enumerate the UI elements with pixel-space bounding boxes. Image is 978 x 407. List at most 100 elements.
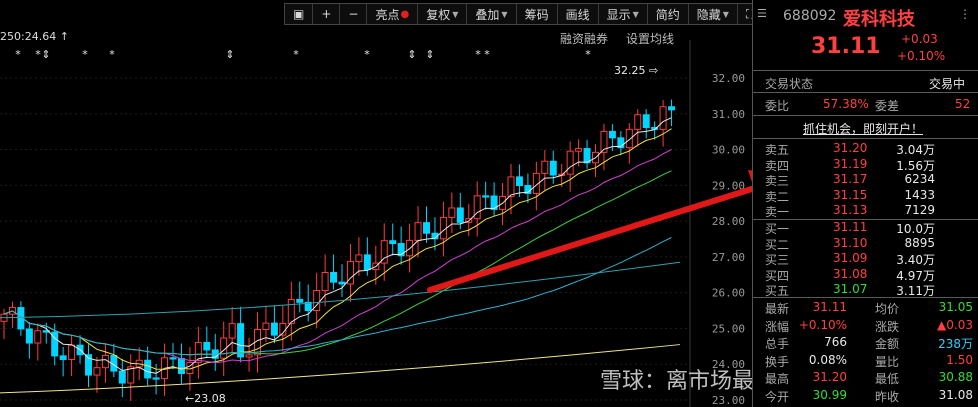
toolbar-button-label: ▣: [293, 7, 305, 21]
ask-level-label: 卖一: [765, 205, 790, 219]
candle-down: [144, 359, 152, 379]
menu-icon[interactable]: ☰: [757, 7, 767, 20]
stat-value: 238万: [938, 337, 973, 351]
ma250-line: [0, 344, 681, 394]
bid-volume: 4.97万: [896, 268, 935, 283]
bid-price: 31.07: [833, 282, 868, 296]
kline-chart-panel[interactable]: 32.00 31.00 30.00 29.00 28.00 27.00 26.00 25.00…: [0, 0, 765, 407]
divider: [753, 297, 978, 298]
stat-label: 换手: [765, 354, 790, 369]
bid-row[interactable]: 买五 31.07 3.11万: [753, 282, 978, 298]
toolbar-button-label: 亮点: [375, 7, 400, 22]
candle-down: [363, 254, 371, 271]
stats-row: 涨幅 +0.10% 涨跌 ▲0.03: [753, 317, 978, 334]
candle-up: [507, 176, 515, 197]
bid-volume: 10.0万: [896, 222, 935, 236]
stats-row: 换手 0.08% 量比 1.50: [753, 352, 978, 369]
ask-price: 31.19: [833, 156, 868, 171]
candle-up: [228, 323, 236, 339]
stat-value: +0.10%: [798, 317, 847, 332]
stat-label: 最高: [765, 372, 790, 386]
ask-row[interactable]: 卖五 31.20 3.04万: [753, 141, 978, 157]
bid-row[interactable]: 买二 31.10 8895: [753, 235, 978, 252]
bid-price: 31.10: [833, 235, 868, 250]
toolbar-button-label: 显示: [606, 7, 631, 22]
ask-volume: 3.04万: [896, 143, 935, 157]
ask-volume: 1.56万: [896, 158, 935, 173]
candle-down: [456, 207, 464, 223]
promo-row[interactable]: 抓住机会，即刻开户！: [753, 117, 978, 137]
stat-value: 31.20: [812, 370, 847, 384]
candle-up: [634, 114, 642, 130]
stat-value: 30.99: [812, 387, 847, 402]
toolbar-button-3[interactable]: 亮点 ●: [367, 4, 419, 24]
toolbar-button-label: 隐藏: [696, 7, 721, 22]
price-change-pct: +0.10%: [897, 49, 946, 63]
stat-label: 今开: [765, 389, 790, 404]
ma60-line: [3, 237, 672, 356]
y-tick-label: 25.00: [712, 322, 745, 335]
divider: [753, 70, 978, 71]
divider: [753, 92, 978, 93]
stat-value: 766: [824, 335, 847, 349]
ask-row[interactable]: 卖四 31.19 1.56万: [753, 156, 978, 173]
margin-trading-button[interactable]: 融资融券: [560, 30, 608, 47]
ask-price: 31.15: [833, 187, 868, 202]
quote-panel: ☰ 688092 爱科科技 ⋮ 31.11 +0.03 +0.10% 交易状态 …: [752, 0, 978, 407]
bid-row[interactable]: 买四 31.08 4.97万: [753, 266, 978, 283]
low-price-label: ←23.08: [185, 392, 226, 405]
toolbar-button-label: 画线: [565, 7, 590, 22]
toolbar-button-8[interactable]: 显示 ▼: [599, 4, 648, 24]
toolbar-button-4[interactable]: 复权 ▼: [418, 4, 468, 24]
watermark-text: 雪球：离市场最近的兔子: [600, 369, 752, 394]
stock-name: 爱科科技: [843, 9, 915, 30]
more-icon[interactable]: ⋮: [959, 7, 971, 21]
open-account-link[interactable]: 抓住机会，即刻开户！: [803, 120, 923, 137]
trade-status-label: 交易状态: [765, 77, 814, 91]
toolbar-button-label: 叠加: [475, 7, 500, 22]
stat-label: 涨幅: [765, 319, 790, 334]
bid-row[interactable]: 买一 31.11 10.0万: [753, 220, 978, 236]
toolbar-button-5[interactable]: 叠加 ▼: [467, 4, 517, 24]
candle-down: [338, 281, 346, 285]
weibi-row: 委比 57.38% 委差 52: [753, 94, 978, 114]
weicha-label: 委差: [875, 99, 900, 113]
ask-row[interactable]: 卖一 31.13 7129: [753, 203, 978, 219]
candle-down: [642, 114, 650, 129]
candle-down: [515, 176, 523, 187]
ma120-line: [0, 261, 681, 319]
ask-volume: 1433: [904, 187, 935, 202]
candle-down: [169, 357, 177, 360]
ask-row[interactable]: 卖三 31.17 6234: [753, 172, 978, 188]
ma-settings-button[interactable]: 设置均线: [626, 30, 674, 47]
toolbar-button-10[interactable]: 隐藏 ▼: [689, 4, 738, 24]
event-marker-icon: *: [475, 48, 481, 61]
candle-down: [668, 106, 676, 111]
ask-row[interactable]: 卖二 31.15 1433: [753, 187, 978, 204]
toolbar-button-6[interactable]: 筹码: [517, 4, 558, 24]
weibi-label: 委比: [765, 99, 790, 113]
toolbar-button-7[interactable]: 画线: [558, 4, 599, 24]
stat-value: 30.88: [938, 370, 973, 384]
toolbar-button-2[interactable]: −: [340, 4, 368, 24]
event-marker-icon: ⇕: [41, 48, 50, 61]
stat-value: 1.50: [946, 352, 973, 367]
high-price-label: 32.25 ⇨: [614, 64, 658, 77]
candle-up: [68, 344, 76, 360]
ma20-line: [3, 149, 672, 364]
toolbar-button-0[interactable]: ▣: [285, 4, 314, 24]
bid-row[interactable]: 买三 31.09 3.40万: [753, 251, 978, 267]
ask-level-label: 卖四: [765, 158, 790, 173]
candle-up: [245, 354, 253, 358]
stat-value: 31.08: [938, 387, 973, 402]
candle-up: [541, 160, 549, 174]
bid-price: 31.11: [833, 220, 868, 234]
dropdown-arrow-icon: ▼: [722, 9, 729, 19]
toolbar-button-1[interactable]: +: [313, 4, 341, 24]
toolbar-button-9[interactable]: 简约: [648, 4, 689, 24]
ask-level-label: 卖五: [765, 143, 790, 157]
stat-label: 昨收: [875, 389, 900, 404]
bid-price: 31.08: [833, 266, 868, 281]
kline-chart[interactable]: 32.0031.0030.0029.0028.0027.0026.0025.00…: [0, 0, 752, 407]
candle-up: [101, 355, 109, 369]
